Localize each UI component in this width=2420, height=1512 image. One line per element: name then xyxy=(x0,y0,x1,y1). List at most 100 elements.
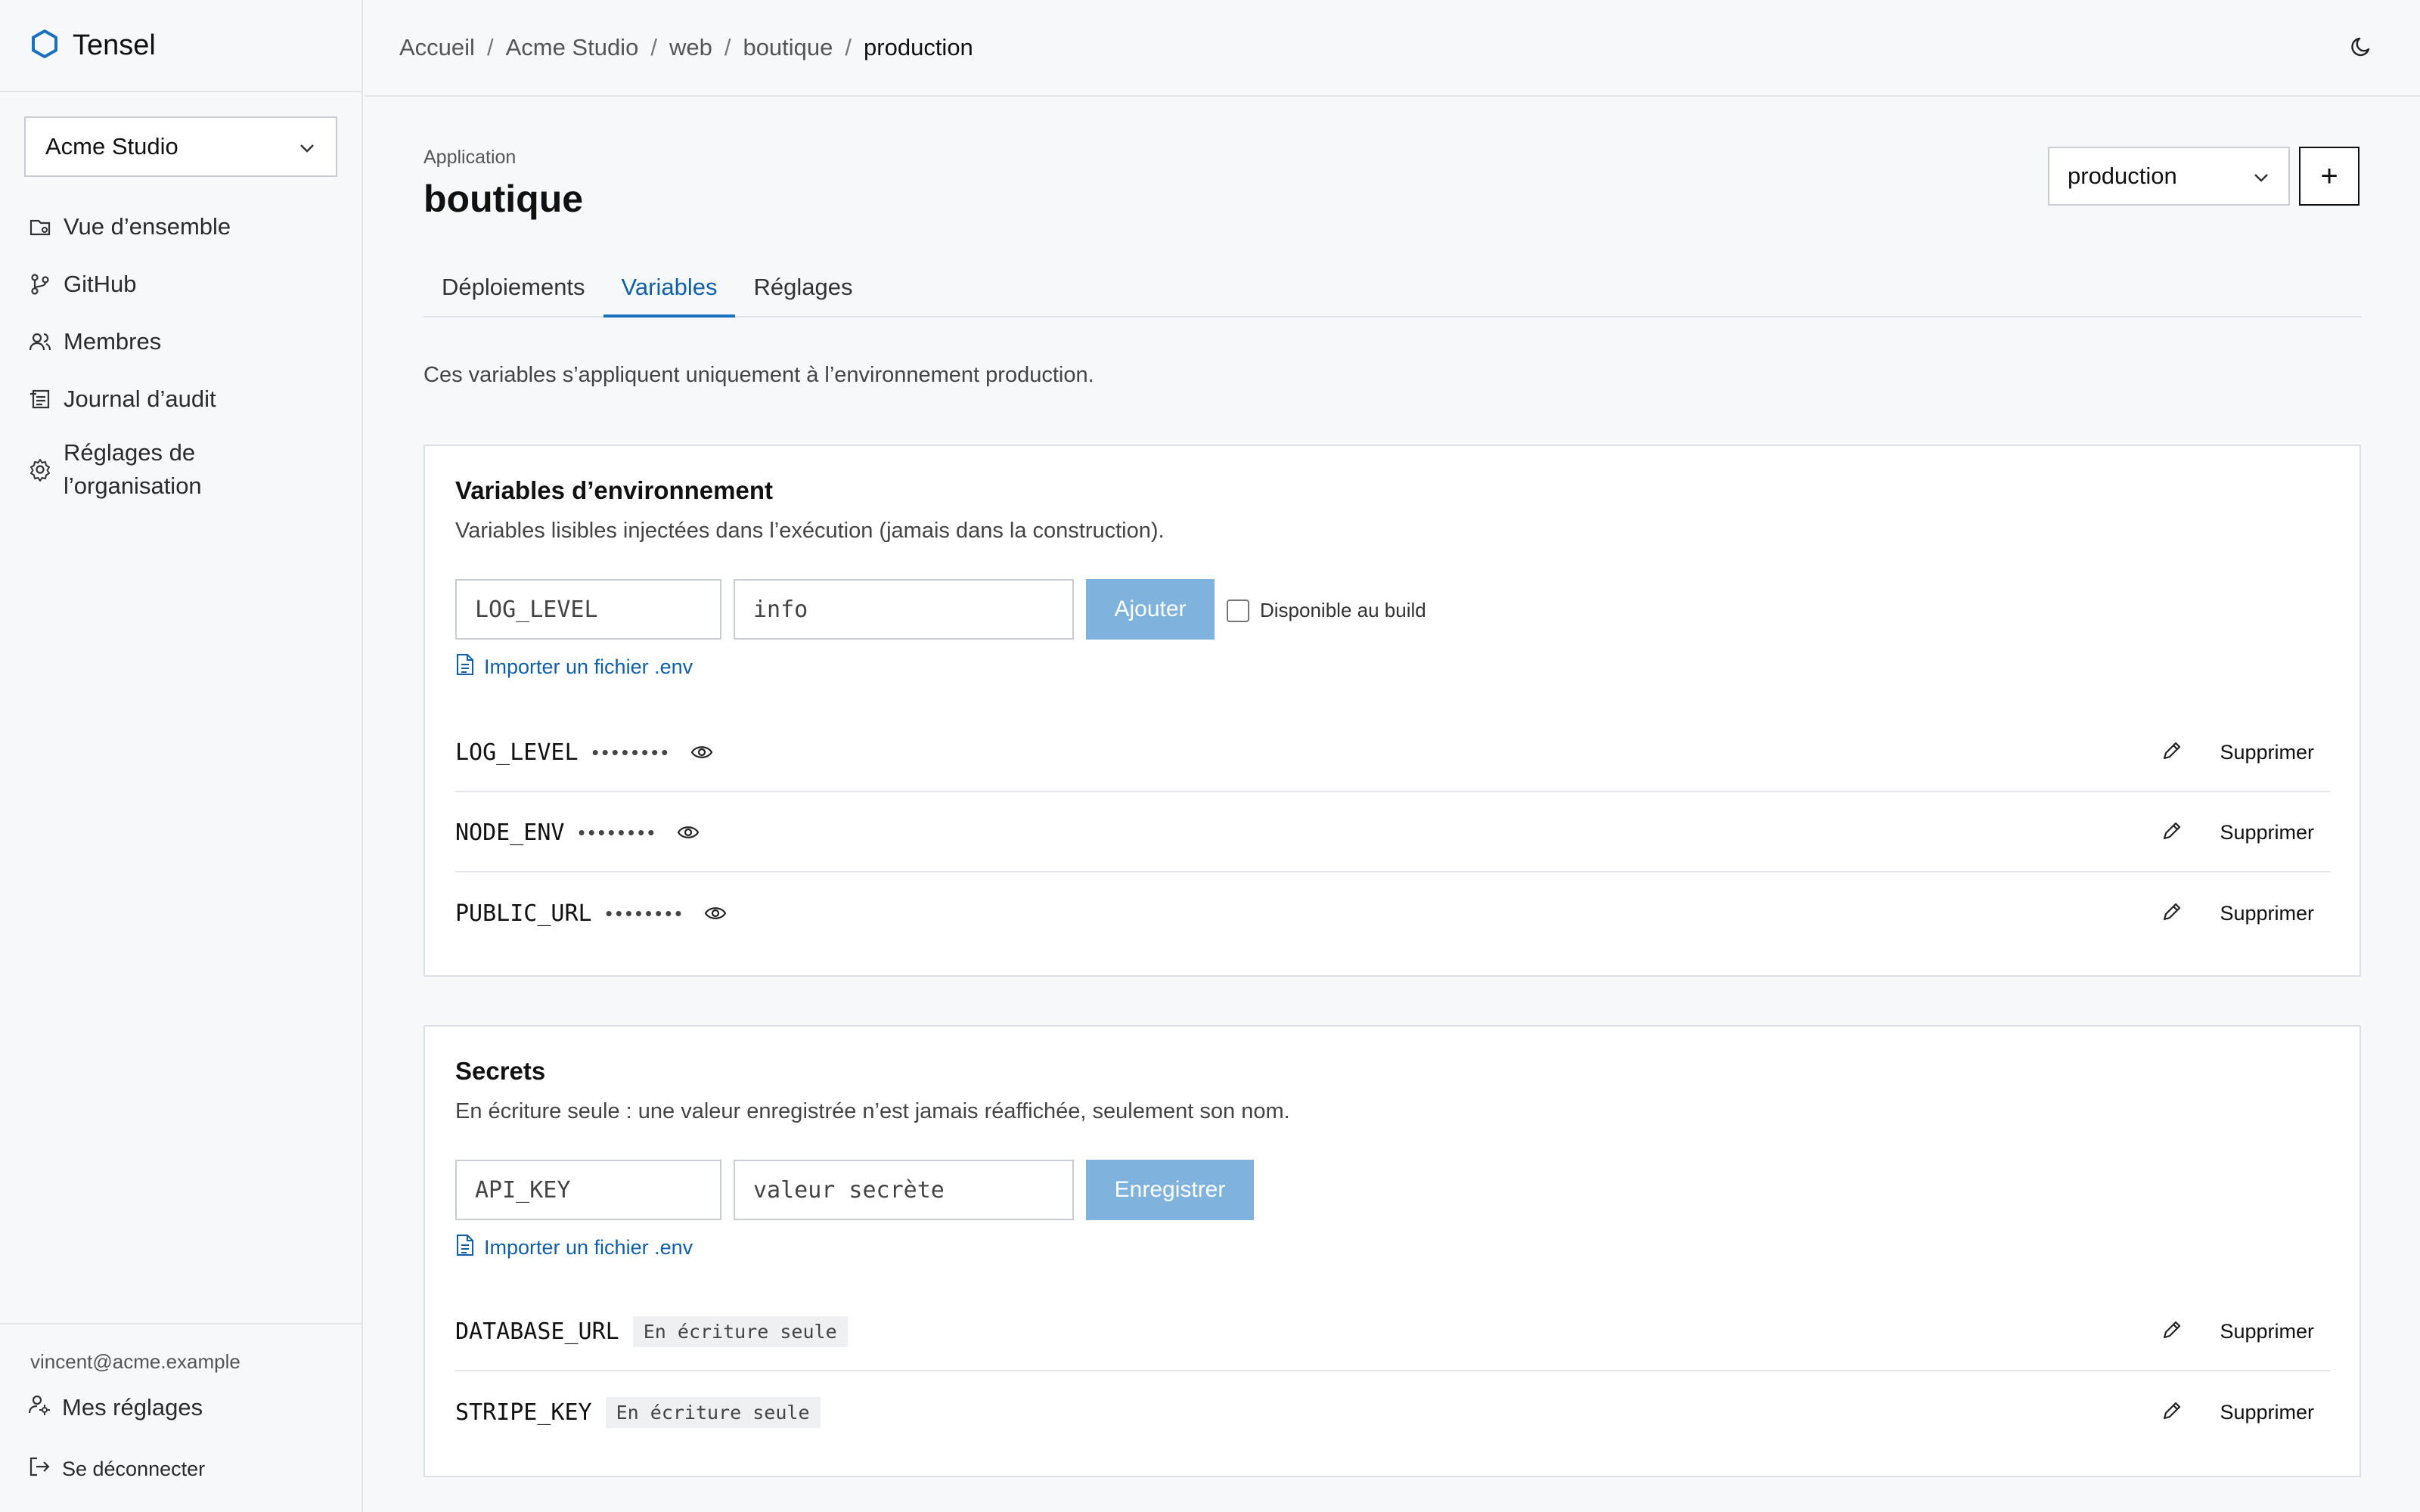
tab-deployments[interactable]: Déploiements xyxy=(424,271,603,318)
sidebar-item-org-settings[interactable]: Réglages de l’organisation xyxy=(0,428,363,511)
delete-button[interactable]: Supprimer xyxy=(2220,902,2314,925)
file-icon xyxy=(455,653,475,681)
theme-toggle-button[interactable] xyxy=(2349,33,2375,63)
pencil-icon[interactable] xyxy=(2161,1399,2183,1426)
secrets-card: Secrets En écriture seule : une valeur e… xyxy=(424,1025,2361,1477)
secret-row: DATABASE_URL En écriture seule Supprimer xyxy=(455,1293,2331,1371)
sidebar-item-label: Vue d’ensemble xyxy=(64,213,231,240)
breadcrumb-separator: / xyxy=(486,34,494,60)
variable-name: LOG_LEVEL xyxy=(455,739,579,766)
variable-row: LOG_LEVEL •••••••• Supprimer xyxy=(455,714,2331,792)
breadcrumb-separator: / xyxy=(650,34,657,60)
row-actions: Supprimer xyxy=(2161,739,2314,766)
add-environment-button[interactable]: + xyxy=(2299,147,2360,206)
tab-variables[interactable]: Variables xyxy=(603,271,736,318)
eye-icon[interactable] xyxy=(677,823,700,841)
env-vars-description: Variables lisibles injectées dans l’exéc… xyxy=(455,519,1165,543)
sidebar-item-label: Réglages de l’organisation xyxy=(64,436,202,503)
delete-button[interactable]: Supprimer xyxy=(2220,1401,2314,1424)
delete-button[interactable]: Supprimer xyxy=(2220,1320,2314,1343)
secret-name: DATABASE_URL xyxy=(455,1318,619,1345)
secrets-title: Secrets xyxy=(455,1057,546,1085)
sidebar-item-github[interactable]: GitHub xyxy=(0,256,363,313)
row-actions: Supprimer xyxy=(2161,900,2314,927)
variable-row: NODE_ENV •••••••• Supprimer xyxy=(455,794,2331,872)
pencil-icon[interactable] xyxy=(2161,900,2183,927)
secret-key-input[interactable]: API_KEY xyxy=(455,1160,721,1220)
import-env-file-link[interactable]: Importer un fichier .env xyxy=(455,653,693,681)
audit-log-icon xyxy=(27,387,53,411)
env-vars-card: Variables d’environnement Variables lisi… xyxy=(424,445,2361,977)
row-actions: Supprimer xyxy=(2161,1399,2314,1426)
hexagon-logo-icon xyxy=(30,29,59,63)
build-available-checkbox[interactable] xyxy=(1227,599,1249,622)
brand-name: Tensel xyxy=(73,29,156,61)
save-secret-button[interactable]: Enregistrer xyxy=(1086,1160,1254,1220)
scope-note: Ces variables s’appliquent uniquement à … xyxy=(424,363,1094,387)
write-only-badge: En écriture seule xyxy=(605,1396,821,1428)
pencil-icon[interactable] xyxy=(2161,820,2183,846)
moon-icon xyxy=(2349,37,2375,62)
pencil-icon[interactable] xyxy=(2161,1318,2183,1345)
org-selector[interactable]: Acme Studio xyxy=(24,116,337,177)
secret-value-input[interactable]: valeur secrète xyxy=(734,1160,1074,1220)
secret-name: STRIPE_KEY xyxy=(455,1399,592,1426)
tab-settings[interactable]: Réglages xyxy=(735,271,870,318)
add-variable-button[interactable]: Ajouter xyxy=(1086,579,1215,640)
sidebar-item-label: Journal d’audit xyxy=(64,386,216,412)
page-title: boutique xyxy=(424,178,584,220)
brand[interactable]: Tensel xyxy=(0,0,361,92)
sidebar-item-label: Membres xyxy=(64,328,162,355)
row-actions: Supprimer xyxy=(2161,1318,2314,1345)
pencil-icon[interactable] xyxy=(2161,739,2183,766)
my-settings-link[interactable]: Mes réglages xyxy=(27,1393,203,1423)
variable-name: PUBLIC_URL xyxy=(455,900,592,927)
import-env-file-label: Importer un fichier .env xyxy=(484,655,693,678)
sidebar-item-audit-log[interactable]: Journal d’audit xyxy=(0,370,363,428)
user-email: vincent@acme.example xyxy=(30,1350,240,1373)
eye-icon[interactable] xyxy=(704,904,727,922)
logout-icon xyxy=(27,1455,51,1484)
git-branch-icon xyxy=(27,272,53,296)
delete-button[interactable]: Supprimer xyxy=(2220,741,2314,764)
app-eyebrow: Application xyxy=(424,147,517,168)
breadcrumb-separator: / xyxy=(845,34,852,60)
sidebar-item-label: GitHub xyxy=(64,271,137,297)
masked-value: •••••••• xyxy=(605,901,685,925)
build-available-label: Disponible au build xyxy=(1260,599,1426,621)
breadcrumb-current: production xyxy=(864,34,973,60)
breadcrumb-app[interactable]: boutique xyxy=(743,34,833,61)
environment-selector[interactable]: production xyxy=(2048,147,2290,206)
env-value-input[interactable]: info xyxy=(734,579,1074,640)
env-key-input[interactable]: LOG_LEVEL xyxy=(455,579,721,640)
tab-bar: Déploiements Variables Réglages xyxy=(424,271,2361,318)
secrets-description: En écriture seule : une valeur enregistr… xyxy=(455,1099,1290,1123)
breadcrumb-home[interactable]: Accueil xyxy=(399,34,475,61)
sidebar-nav: Vue d’ensemble GitHub Membres Journal d’… xyxy=(0,198,363,511)
breadcrumb-project[interactable]: web xyxy=(669,34,712,61)
breadcrumb: Accueil / Acme Studio / web / boutique /… xyxy=(399,34,973,61)
gear-icon xyxy=(27,457,53,482)
eye-icon[interactable] xyxy=(690,743,713,761)
chevron-down-icon xyxy=(298,133,316,160)
import-env-file-link[interactable]: Importer un fichier .env xyxy=(455,1234,693,1262)
chevron-down-icon xyxy=(2252,163,2270,190)
sidebar-footer: vincent@acme.example Mes réglages Se déc… xyxy=(0,1323,363,1512)
masked-value: •••••••• xyxy=(591,740,672,764)
sidebar-item-label-line2: l’organisation xyxy=(64,472,202,499)
file-icon xyxy=(455,1234,475,1262)
variable-name: NODE_ENV xyxy=(455,819,565,846)
env-vars-title: Variables d’environnement xyxy=(455,476,773,504)
sidebar-item-label-line1: Réglages de xyxy=(64,439,196,466)
my-settings-label: Mes réglages xyxy=(62,1394,203,1421)
topbar: Accueil / Acme Studio / web / boutique /… xyxy=(365,0,2420,97)
overview-icon xyxy=(27,215,53,239)
user-settings-icon xyxy=(27,1393,51,1423)
sidebar-item-overview[interactable]: Vue d’ensemble xyxy=(0,198,363,256)
delete-button[interactable]: Supprimer xyxy=(2220,821,2314,844)
environment-selector-value: production xyxy=(2068,163,2177,189)
sidebar-item-members[interactable]: Membres xyxy=(0,313,363,370)
logout-link[interactable]: Se déconnecter xyxy=(27,1455,205,1484)
build-available-option[interactable]: Disponible au build xyxy=(1227,599,1426,622)
breadcrumb-org[interactable]: Acme Studio xyxy=(506,34,639,61)
